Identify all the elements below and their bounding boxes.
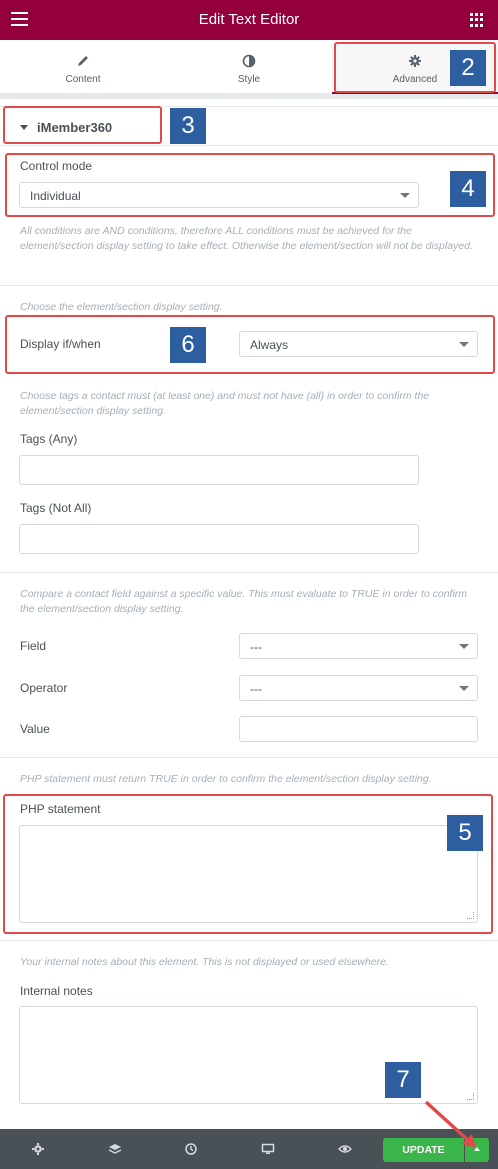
panel-header: Edit Text Editor	[0, 0, 498, 40]
control-mode-description: All conditions are AND conditions, there…	[20, 225, 473, 252]
divider	[0, 757, 498, 758]
operator-value: ---	[250, 682, 262, 696]
notes-description: Your internal notes about this element. …	[20, 956, 389, 968]
divider	[0, 145, 498, 146]
control-mode-select[interactable]: Individual	[19, 182, 419, 208]
operator-label: Operator	[20, 681, 68, 695]
dropdown-arrow-icon	[459, 644, 469, 649]
tab-style[interactable]: Style	[166, 40, 332, 94]
display-select[interactable]: Always	[239, 331, 478, 357]
display-label: Display if/when	[20, 337, 101, 351]
php-statement-textarea[interactable]	[19, 825, 478, 923]
annotation-badge-5: 5	[447, 815, 483, 851]
operator-select[interactable]: ---	[239, 675, 478, 701]
dropdown-arrow-icon	[459, 686, 469, 691]
resize-handle-icon[interactable]	[467, 912, 474, 919]
control-mode-label: Control mode	[20, 159, 93, 173]
dropdown-arrow-icon	[459, 342, 469, 347]
divider	[0, 106, 498, 107]
section-toggle-imember360[interactable]: iMember360	[20, 120, 112, 135]
section-title: iMember360	[37, 120, 113, 135]
field-value: ---	[250, 640, 262, 654]
tags-not-all-input[interactable]	[19, 524, 419, 554]
tags-description: Choose tags a contact must (at least one…	[20, 390, 430, 417]
php-description: PHP statement must return TRUE in order …	[20, 773, 432, 785]
field-label: Field	[20, 639, 47, 653]
gear-icon	[409, 55, 421, 67]
layers-icon[interactable]	[108, 1142, 122, 1156]
tags-any-input[interactable]	[19, 455, 419, 485]
dropdown-arrow-icon	[400, 193, 410, 198]
tab-content[interactable]: Content	[0, 40, 166, 94]
caret-down-icon	[20, 125, 28, 131]
tags-any-label: Tags (Any)	[20, 432, 78, 446]
eye-icon[interactable]	[338, 1142, 352, 1156]
tab-content-label: Content	[65, 74, 101, 85]
annotation-badge-6: 6	[170, 327, 206, 363]
php-label: PHP statement	[20, 802, 101, 816]
divider	[0, 572, 498, 573]
editor-tabs: Content Style Advanced	[0, 40, 498, 94]
annotation-badge-4: 4	[450, 171, 486, 207]
gear-icon[interactable]	[31, 1142, 45, 1156]
notes-label: Internal notes	[20, 984, 93, 998]
value-label: Value	[20, 722, 50, 736]
annotation-badge-2: 2	[450, 50, 486, 86]
annotation-badge-7: 7	[385, 1062, 421, 1098]
grid-icon[interactable]	[470, 13, 484, 27]
display-value: Always	[250, 338, 289, 352]
divider	[0, 940, 498, 941]
tab-style-label: Style	[237, 74, 261, 85]
field-compare-description: Compare a contact field against a specif…	[20, 588, 468, 615]
panel-title: Edit Text Editor	[198, 11, 300, 28]
control-mode-value: Individual	[30, 189, 81, 203]
tags-not-all-label: Tags (Not All)	[20, 501, 92, 515]
desktop-icon[interactable]	[261, 1142, 275, 1156]
annotation-arrow-icon	[424, 1100, 476, 1148]
divider	[0, 285, 498, 286]
display-description: Choose the element/section display setti…	[20, 301, 223, 313]
field-select[interactable]: ---	[239, 633, 478, 659]
value-input[interactable]	[239, 716, 478, 742]
pencil-icon	[78, 56, 88, 66]
tab-advanced-label: Advanced	[392, 74, 438, 85]
history-icon[interactable]	[184, 1142, 198, 1156]
annotation-badge-3: 3	[170, 108, 206, 144]
half-circle-icon	[242, 54, 256, 68]
